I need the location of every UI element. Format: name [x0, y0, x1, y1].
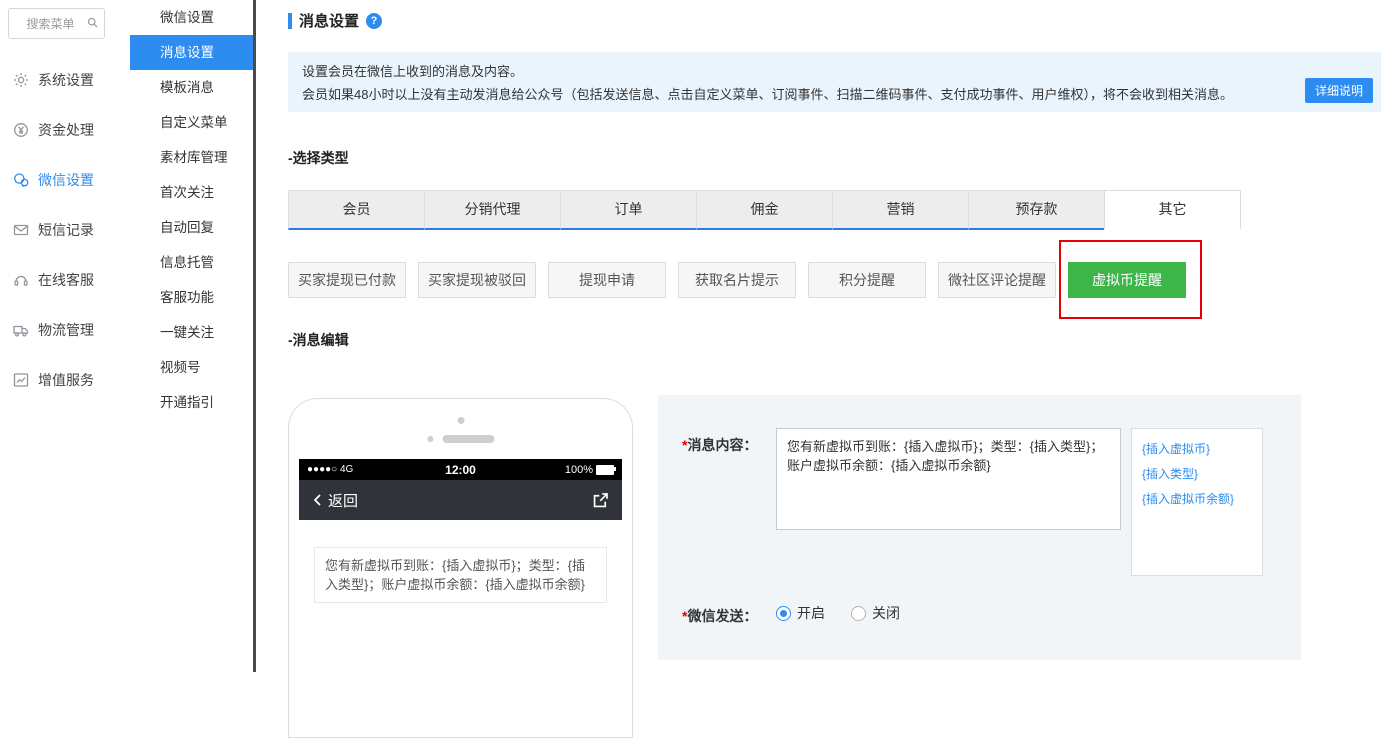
- subtype-virtual-coin-wrap: 虚拟币提醒: [1059, 240, 1202, 319]
- radio-off-icon[interactable]: [851, 605, 866, 621]
- radio-option-on[interactable]: 开启: [776, 603, 825, 623]
- tab-other[interactable]: 其它: [1104, 190, 1241, 230]
- title-accent-bar: [288, 12, 292, 29]
- menu-search: [8, 8, 105, 39]
- phone-camera-dot: [457, 417, 464, 424]
- subtype-withdraw-apply[interactable]: 提现申请: [548, 262, 666, 298]
- radio-on-label: 开启: [797, 605, 825, 621]
- page-title: 消息设置: [299, 13, 360, 30]
- submenu-item-template-message[interactable]: 模板消息: [130, 70, 253, 105]
- battery-indicator: 100%: [564, 463, 616, 476]
- tab-member[interactable]: 会员: [288, 190, 425, 230]
- phone-preview: ●●●●○ 4G 12:00 100% 返回 您有新虚拟币到账：{插入虚拟币}；…: [288, 398, 633, 738]
- search-input[interactable]: [8, 8, 105, 39]
- tab-prestore[interactable]: 预存款: [968, 190, 1105, 230]
- sidebar-item-wechat-settings[interactable]: 微信设置: [0, 155, 130, 205]
- submenu-item-auto-reply[interactable]: 自动回复: [130, 210, 253, 245]
- help-icon[interactable]: ?: [366, 12, 383, 29]
- headset-icon: [13, 272, 29, 288]
- phone-speaker: [427, 435, 494, 443]
- insert-link-virtual-coin[interactable]: {插入虚拟币}: [1142, 437, 1252, 462]
- wechat-settings-submenu: 微信设置 消息设置 模板消息 自定义菜单 素材库管理 首次关注 自动回复 信息托…: [130, 0, 253, 672]
- share-icon: [591, 491, 610, 510]
- page-header: 消息设置 ?: [288, 10, 383, 31]
- statusbar-time: 12:00: [445, 462, 476, 477]
- submenu-item-message-settings[interactable]: 消息设置: [130, 35, 253, 70]
- detail-explain-button[interactable]: 详细说明: [1304, 78, 1373, 103]
- phone-screen: ●●●●○ 4G 12:00 100% 返回 您有新虚拟币到账：{插入虚拟币}；…: [299, 459, 622, 737]
- sidebar-item-label: 短信记录: [38, 222, 94, 238]
- sidebar-item-system-settings[interactable]: 系统设置: [0, 55, 130, 105]
- notice-line-1: 设置会员在微信上收到的消息及内容。: [302, 64, 524, 79]
- sidebar-item-label: 系统设置: [38, 72, 94, 88]
- phone-navbar: 返回: [299, 480, 622, 520]
- sidebar-item-label: 微信设置: [38, 172, 94, 188]
- sidebar-item-logistics[interactable]: 物流管理: [0, 305, 130, 355]
- submenu-item-material-library[interactable]: 素材库管理: [130, 140, 253, 175]
- submenu-item-service-functions[interactable]: 客服功能: [130, 280, 253, 315]
- tab-distribution-agent[interactable]: 分销代理: [424, 190, 561, 230]
- signal-indicator: ●●●●○ 4G: [307, 464, 354, 475]
- message-edit-form: *消息内容： 您有新虚拟币到账：{插入虚拟币}；类型：{插入类型}；账户虚拟币余…: [658, 395, 1301, 660]
- preview-message-bubble: 您有新虚拟币到账：{插入虚拟币}；类型：{插入类型}；账户虚拟币余额：{插入虚拟…: [314, 547, 607, 603]
- mail-icon: [13, 222, 29, 238]
- content-label: *消息内容：: [682, 437, 758, 453]
- wechat-send-label: *微信发送：: [682, 608, 758, 624]
- wechat-icon: [13, 172, 29, 188]
- subtype-buyer-withdraw-paid[interactable]: 买家提现已付款: [288, 262, 406, 298]
- notice-line-2: 会员如果48小时以上没有主动发消息给公众号（包括发送信息、点击自定义菜单、订阅事…: [302, 87, 1233, 102]
- tab-commission[interactable]: 佣金: [696, 190, 833, 230]
- subtype-virtual-coin-reminder[interactable]: 虚拟币提醒: [1068, 262, 1186, 298]
- sidebar-item-online-service[interactable]: 在线客服: [0, 255, 130, 305]
- submenu-item-one-click-follow[interactable]: 一键关注: [130, 315, 253, 350]
- subtype-get-card-tip[interactable]: 获取名片提示: [678, 262, 796, 298]
- submenu-item-info-hosting[interactable]: 信息托管: [130, 245, 253, 280]
- radio-on-icon[interactable]: [776, 605, 791, 621]
- primary-menu: 系统设置 资金处理 微信设置 短信记录 在线客服 物流管理 增值服务: [0, 55, 130, 405]
- submenu-item-video-channel[interactable]: 视频号: [130, 350, 253, 385]
- tab-marketing[interactable]: 营销: [832, 190, 969, 230]
- phone-back-label: 返回: [328, 492, 359, 510]
- radio-off-label: 关闭: [872, 605, 900, 621]
- select-type-label: -选择类型: [288, 150, 349, 166]
- sidebar-item-value-added-services[interactable]: 增值服务: [0, 355, 130, 405]
- tab-order[interactable]: 订单: [560, 190, 697, 230]
- battery-percent: 100%: [564, 463, 593, 476]
- chart-icon: [13, 372, 29, 388]
- submenu-item-custom-menu[interactable]: 自定义菜单: [130, 105, 253, 140]
- insert-link-type[interactable]: {插入类型}: [1142, 462, 1252, 487]
- main-content: 消息设置 ? 设置会员在微信上收到的消息及内容。 会员如果48小时以上没有主动发…: [256, 0, 1385, 738]
- sidebar-item-sms-records[interactable]: 短信记录: [0, 205, 130, 255]
- phone-sensor-dot: [427, 436, 433, 442]
- message-edit-label: -消息编辑: [288, 332, 349, 348]
- sidebar-item-label: 资金处理: [38, 122, 94, 138]
- gear-icon: [13, 72, 29, 88]
- message-subtypes: 买家提现已付款 买家提现被驳回 提现申请 获取名片提示 积分提醒 微社区评论提醒…: [288, 240, 1202, 319]
- phone-back-button: 返回: [311, 490, 358, 511]
- truck-icon: [13, 322, 29, 338]
- phone-statusbar: ●●●●○ 4G 12:00 100%: [299, 459, 622, 480]
- submenu-item-wechat-settings[interactable]: 微信设置: [130, 0, 253, 35]
- subtype-buyer-withdraw-rejected[interactable]: 买家提现被驳回: [418, 262, 536, 298]
- insert-link-balance[interactable]: {插入虚拟币余额}: [1142, 487, 1252, 512]
- insert-variables-box: {插入虚拟币} {插入类型} {插入虚拟币余额}: [1131, 428, 1263, 576]
- message-content-input[interactable]: 您有新虚拟币到账：{插入虚拟币}；类型：{插入类型}；账户虚拟币余额：{插入虚拟…: [776, 428, 1121, 530]
- type-tabs: 会员 分销代理 订单 佣金 营销 预存款 其它: [288, 190, 1241, 230]
- phone-speaker-pill: [442, 435, 494, 443]
- submenu-item-activation-guide[interactable]: 开通指引: [130, 385, 253, 420]
- sidebar-item-label: 物流管理: [38, 322, 94, 338]
- subtype-points-reminder[interactable]: 积分提醒: [808, 262, 926, 298]
- submenu-item-first-follow[interactable]: 首次关注: [130, 175, 253, 210]
- back-chevron-icon: [311, 492, 325, 508]
- money-icon: [13, 122, 29, 138]
- primary-sidebar: 系统设置 资金处理 微信设置: [0, 0, 131, 672]
- battery-icon: [596, 464, 616, 475]
- sidebar-item-label: 增值服务: [38, 372, 94, 388]
- radio-option-off[interactable]: 关闭: [851, 603, 900, 623]
- sidebar-item-funds[interactable]: 资金处理: [0, 105, 130, 155]
- subtype-community-comment-reminder[interactable]: 微社区评论提醒: [938, 262, 1056, 298]
- notice-box: 设置会员在微信上收到的消息及内容。 会员如果48小时以上没有主动发消息给公众号（…: [288, 52, 1381, 112]
- sidebar-item-label: 在线客服: [38, 272, 94, 288]
- wechat-send-options: 开启 关闭: [776, 603, 900, 623]
